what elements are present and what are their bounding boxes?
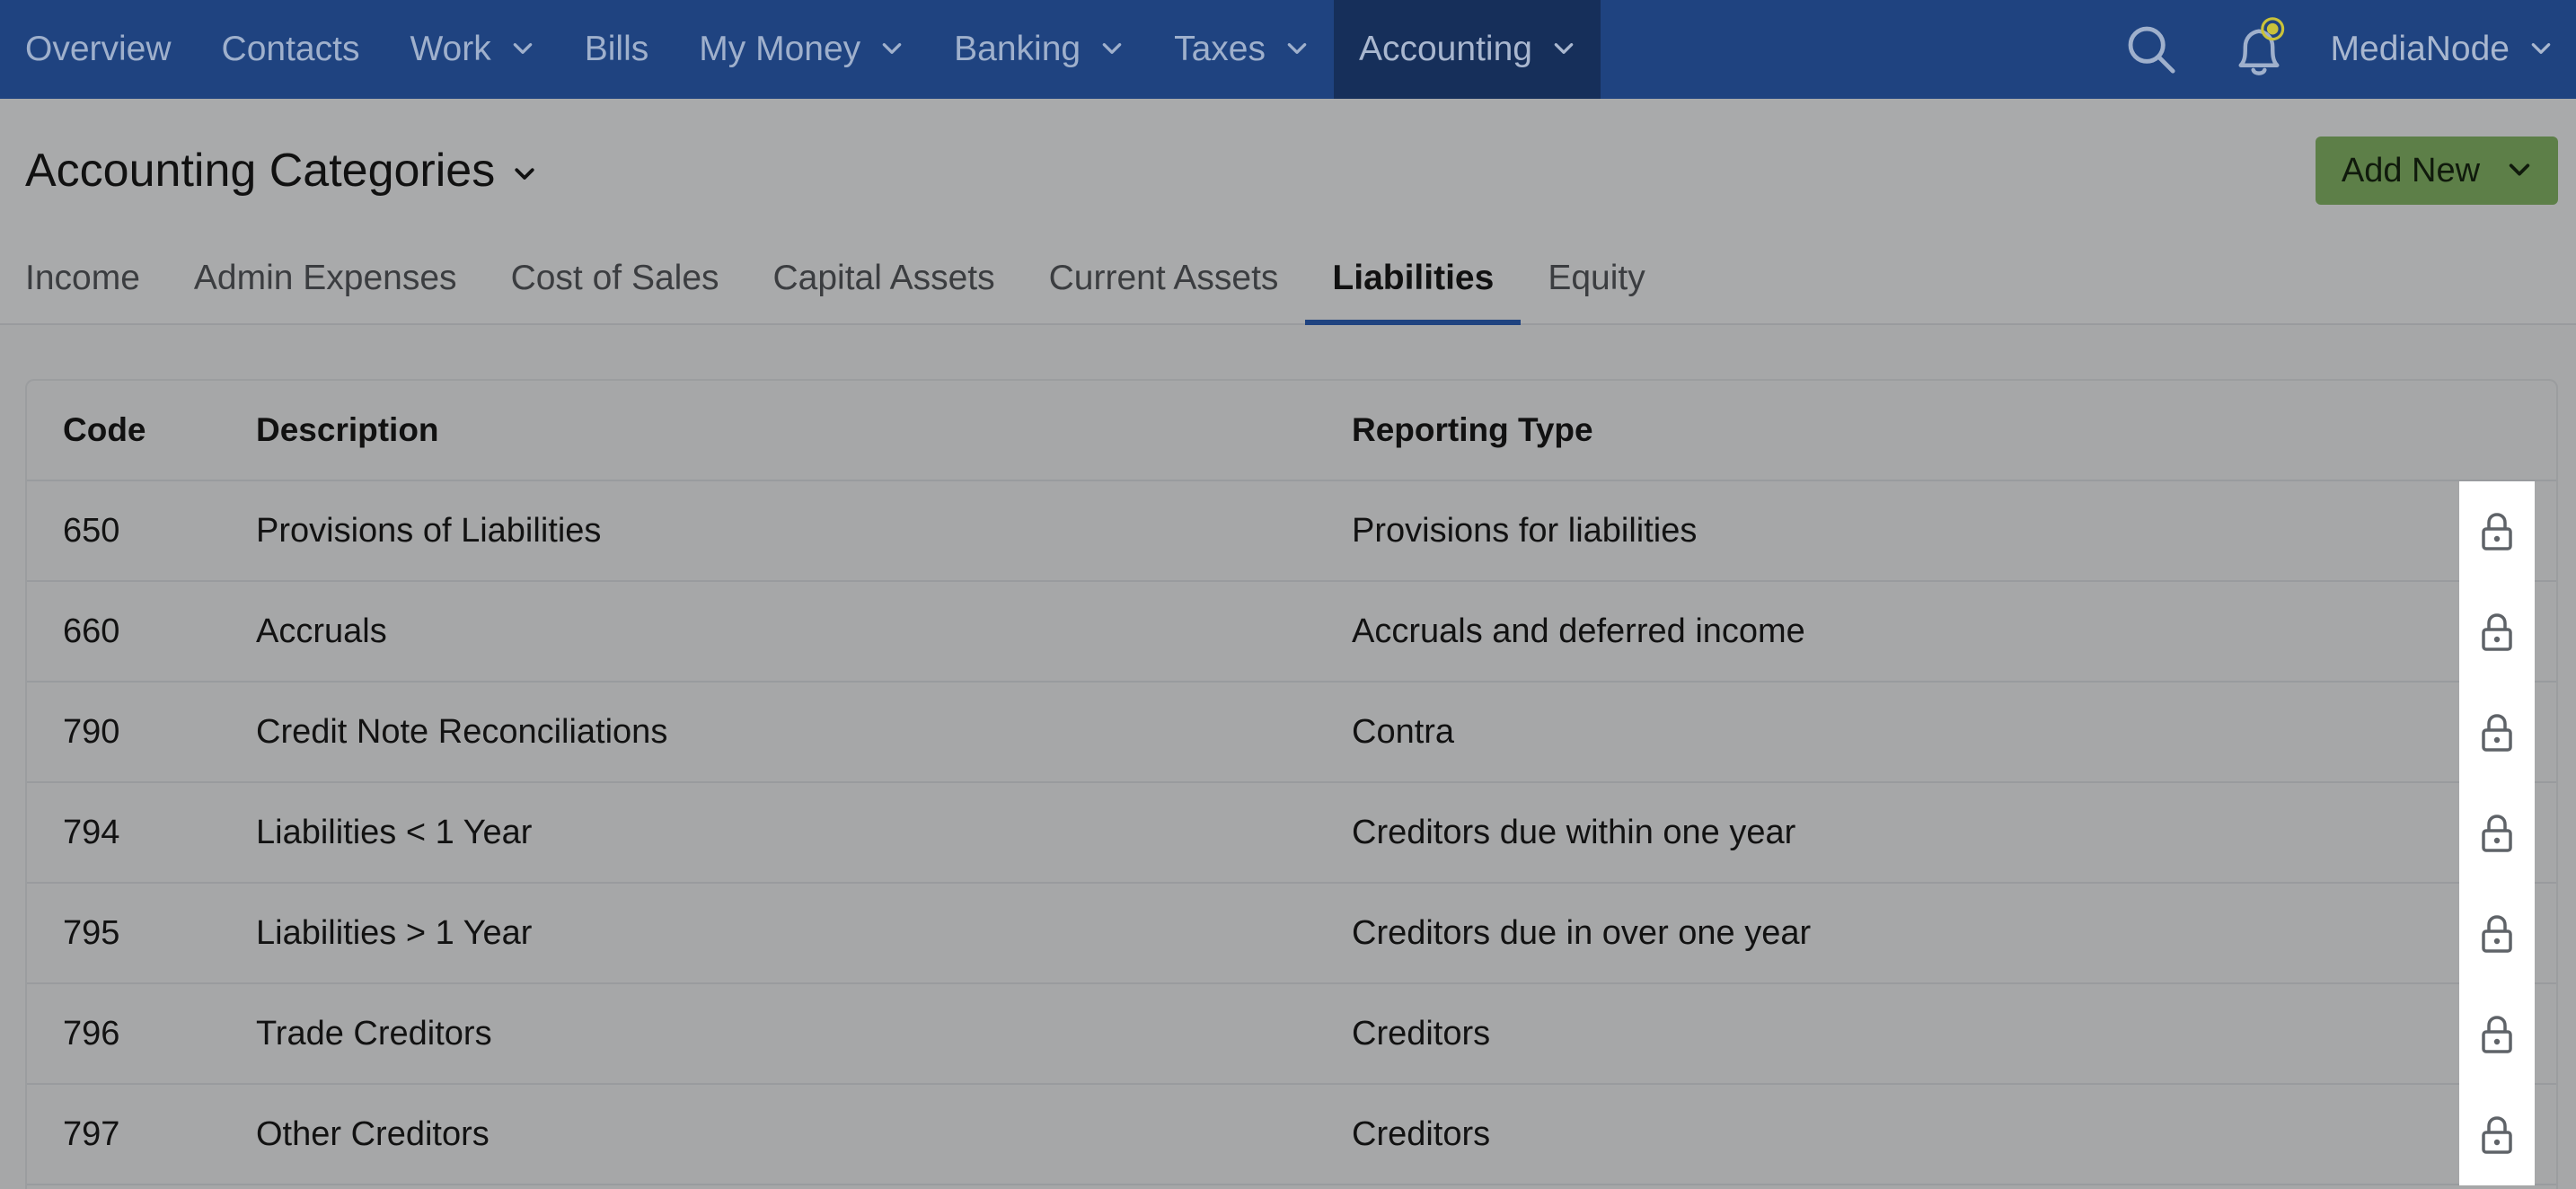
nav-item-label: Contacts <box>221 30 360 68</box>
table-header: Code Description Reporting Type <box>27 381 2556 481</box>
lock-icon <box>2482 1016 2512 1053</box>
row-reporting-type: Accruals and deferred income <box>1352 612 1805 650</box>
row-reporting-type: Creditors <box>1352 1014 1491 1052</box>
tab-label: Cost of Sales <box>510 259 719 297</box>
row-description: Liabilities < 1 Year <box>256 813 533 851</box>
table-row-797[interactable]: 797 Other Creditors Creditors <box>27 1085 2556 1185</box>
table-row-796[interactable]: 796 Trade Creditors Creditors <box>27 984 2556 1085</box>
category-tabs: Income Admin Expenses Cost of Sales Capi… <box>0 242 1672 325</box>
nav-item-label: Taxes <box>1174 30 1266 68</box>
row-code: 790 <box>63 712 120 751</box>
top-navigation: Overview Contacts Work Bills My Money Ba… <box>0 0 2576 99</box>
tab-label: Income <box>25 259 140 297</box>
add-new-label: Add New <box>2341 151 2481 189</box>
lock-button[interactable] <box>2459 884 2535 984</box>
lock-icon <box>2482 1116 2512 1154</box>
tab-current-assets[interactable]: Current Assets <box>1022 242 1306 325</box>
lock-button[interactable] <box>2459 683 2535 783</box>
tab-capital-assets[interactable]: Capital Assets <box>746 242 1022 325</box>
nav-item-overview[interactable]: Overview <box>0 0 197 99</box>
chevron-down-icon <box>513 43 533 54</box>
search-icon <box>2128 26 2175 74</box>
row-reporting-type: Provisions for liabilities <box>1352 511 1698 550</box>
nav-item-my-money[interactable]: My Money <box>674 0 929 99</box>
page-header: Accounting Categories Add New Income Adm… <box>0 99 2576 325</box>
row-description: Accruals <box>256 612 387 650</box>
categories-table: Code Description Reporting Type 650 Prov… <box>25 379 2558 1189</box>
tab-label: Equity <box>1548 259 1645 297</box>
nav-item-label: Bills <box>584 30 649 68</box>
tab-label: Admin Expenses <box>193 259 457 297</box>
chevron-down-icon <box>515 168 534 180</box>
page-title-dropdown[interactable]: Accounting Categories <box>25 144 538 198</box>
user-name: MediaNode <box>2330 30 2510 68</box>
row-code: 796 <box>63 1014 120 1052</box>
nav-item-work[interactable]: Work <box>384 0 559 99</box>
lock-icon <box>2482 513 2512 550</box>
lock-button[interactable] <box>2459 1085 2535 1185</box>
nav-item-bills[interactable]: Bills <box>560 0 675 99</box>
tab-admin-expenses[interactable]: Admin Expenses <box>167 242 484 325</box>
lock-icon <box>2482 613 2512 651</box>
nav-item-taxes[interactable]: Taxes <box>1149 0 1334 99</box>
row-code: 650 <box>63 511 120 550</box>
lock-icon <box>2482 815 2512 852</box>
lock-icon <box>2482 915 2512 953</box>
tab-liabilities[interactable]: Liabilities <box>1305 242 1522 325</box>
row-reporting-type: Contra <box>1352 712 1455 751</box>
column-header-reporting-type: Reporting Type <box>1352 411 1593 448</box>
chevron-down-icon <box>1102 43 1122 54</box>
column-header-description: Description <box>256 411 439 448</box>
row-reporting-type: Creditors due within one year <box>1352 813 1796 851</box>
row-reporting-type: Creditors <box>1352 1114 1491 1153</box>
nav-item-label: Banking <box>954 30 1081 68</box>
lock-button[interactable] <box>2459 783 2535 884</box>
user-menu[interactable]: MediaNode <box>2313 30 2576 69</box>
lock-button[interactable] <box>2459 481 2535 582</box>
row-description: Liabilities > 1 Year <box>256 913 533 952</box>
chevron-down-icon <box>2531 43 2551 54</box>
tab-label: Capital Assets <box>772 259 995 297</box>
notifications-button[interactable] <box>2205 0 2313 99</box>
table-row-790[interactable]: 790 Credit Note Reconciliations Contra <box>27 683 2556 783</box>
row-description: Credit Note Reconciliations <box>256 712 668 751</box>
nav-item-label: My Money <box>699 30 861 68</box>
row-code: 797 <box>63 1114 120 1153</box>
row-code: 660 <box>63 612 120 650</box>
lock-button[interactable] <box>2459 984 2535 1085</box>
tab-label: Liabilities <box>1332 259 1495 297</box>
nav-item-label: Overview <box>25 30 172 68</box>
table-row-795[interactable]: 795 Liabilities > 1 Year Creditors due i… <box>27 884 2556 984</box>
tab-equity[interactable]: Equity <box>1521 242 1672 325</box>
nav-item-contacts[interactable]: Contacts <box>197 0 385 99</box>
nav-item-label: Work <box>410 30 491 68</box>
bell-icon <box>2238 17 2284 75</box>
page-title: Accounting Categories <box>25 145 496 197</box>
tab-cost-of-sales[interactable]: Cost of Sales <box>484 242 746 325</box>
tab-income[interactable]: Income <box>0 242 167 325</box>
table-row-660[interactable]: 660 Accruals Accruals and deferred incom… <box>27 582 2556 683</box>
row-reporting-type: Creditors due in over one year <box>1352 913 1812 952</box>
lock-button[interactable] <box>2459 582 2535 683</box>
row-description: Provisions of Liabilities <box>256 511 602 550</box>
search-button[interactable] <box>2097 0 2205 99</box>
chevron-down-icon <box>2509 163 2530 176</box>
chevron-down-icon <box>1554 43 1574 54</box>
column-header-code: Code <box>63 411 146 448</box>
row-description: Trade Creditors <box>256 1014 492 1052</box>
row-code: 794 <box>63 813 120 851</box>
row-code: 795 <box>63 913 120 952</box>
nav-item-accounting[interactable]: Accounting <box>1333 0 1601 99</box>
table-row-650[interactable]: 650 Provisions of Liabilities Provisions… <box>27 481 2556 582</box>
chevron-down-icon <box>882 43 902 54</box>
tab-label: Current Assets <box>1048 259 1279 297</box>
chevron-down-icon <box>1287 43 1307 54</box>
row-description: Other Creditors <box>256 1114 490 1153</box>
add-new-button[interactable]: Add New <box>2316 137 2558 205</box>
nav-right-group: MediaNode <box>2097 0 2576 99</box>
nav-item-label: Accounting <box>1358 30 1532 68</box>
table-row-794[interactable]: 794 Liabilities < 1 Year Creditors due w… <box>27 783 2556 884</box>
lock-icon <box>2482 714 2512 752</box>
nav-item-banking[interactable]: Banking <box>929 0 1149 99</box>
